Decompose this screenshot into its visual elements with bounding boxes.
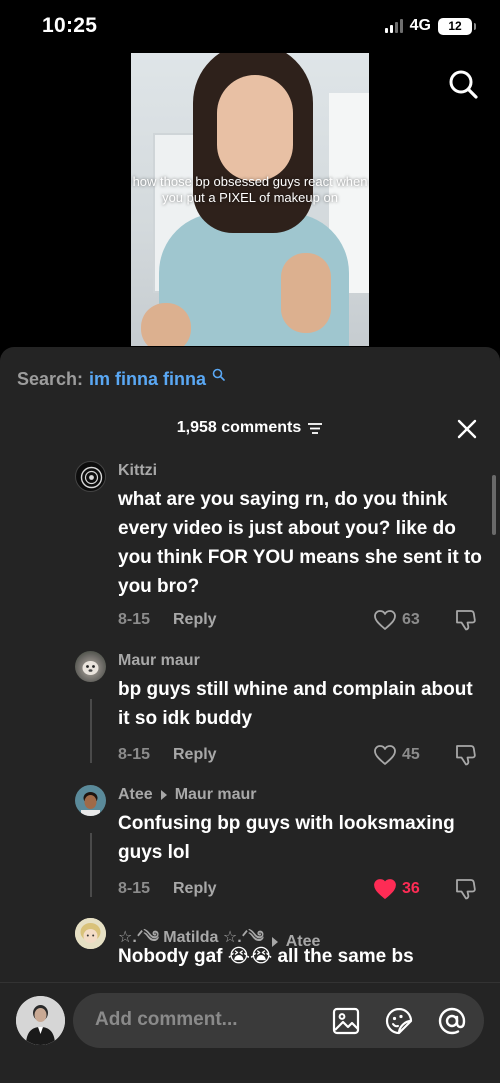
battery-level: 12 [448,19,462,33]
like-count: 63 [402,611,420,628]
username-label[interactable]: Kittzi [118,462,157,480]
video-person-hand-left [141,303,191,346]
comment-input[interactable]: Add comment... [73,993,484,1048]
status-bar: 10:25 4G 12 [0,0,500,52]
comment-username[interactable]: Atee Maur maur [118,786,256,804]
video-caption: how those bp obsessed guys react when yo… [132,174,368,205]
comment-username[interactable]: Kittzi [118,462,157,480]
avatar[interactable] [75,651,106,682]
filter-icon[interactable] [307,421,323,435]
like-button[interactable]: 36 [373,878,420,900]
heart-icon [374,745,396,765]
video-preview[interactable]: how those bp obsessed guys react when yo… [131,53,369,346]
emoji-sticker-icon[interactable] [384,1006,414,1036]
comment-text: Confusing bp guys with looksmaxing guys … [118,813,455,863]
comment-date: 8-15 [118,611,151,628]
search-suggestion-prefix: Search: [17,369,84,389]
avatar-pet-icon [82,661,99,675]
heart-icon [374,610,396,630]
avatar-character-icon [75,918,106,949]
like-button[interactable]: 63 [373,609,420,631]
comment-text: what are you saying rn, do you think eve… [118,489,482,597]
signal-icon [384,19,403,33]
username-label[interactable]: Atee [118,786,153,804]
status-time: 10:25 [42,14,98,37]
comment-date: 8-15 [118,746,151,763]
heart-icon [374,879,396,899]
comment-meta: 8-15 Reply 63 [118,609,483,633]
comment-text: Nobody gaf 😭😭 all the same bs [118,946,414,967]
dislike-icon[interactable] [454,609,476,631]
status-indicators: 4G 12 [384,17,476,35]
comments-count: 1,958 comments [176,419,302,436]
reply-button[interactable]: Reply [173,880,217,898]
battery-icon: 12 [438,17,476,35]
reply-button[interactable]: Reply [173,746,217,764]
thread-line [90,699,92,763]
avatar-person-icon [75,785,106,816]
video-person-face [217,75,293,181]
avatar[interactable] [75,785,106,816]
like-button[interactable]: 45 [373,744,420,766]
search-suggestion-term[interactable]: im finna finna [89,369,206,390]
avatar-swirl-icon [80,466,103,489]
network-type: 4G [409,17,431,34]
image-icon[interactable] [331,1006,361,1036]
comments-sheet: Search: im finna finna 1,958 comments Ki… [0,347,500,1083]
close-icon[interactable] [456,418,478,440]
comment-date: 8-15 [118,880,151,897]
search-suggestion[interactable]: Search: im finna finna [17,368,225,390]
thread-line [90,833,92,897]
scrollbar[interactable] [492,475,496,535]
avatar[interactable] [75,461,106,492]
comment-composer-bar: Add comment... [0,982,500,1083]
comment-text: bp guys still whine and complain about i… [118,679,473,729]
video-person-hand-right [281,253,331,333]
comment-meta: 8-15 Reply 36 [118,878,483,902]
search-icon [212,368,225,381]
like-count: 45 [402,746,420,763]
search-icon[interactable] [447,68,479,100]
dislike-icon[interactable] [454,744,476,766]
my-avatar[interactable] [16,996,65,1045]
avatar[interactable] [75,918,106,949]
reply-arrow-icon [160,790,167,800]
comment-input-placeholder: Add comment... [95,1009,238,1030]
reply-to-username[interactable]: Maur maur [175,786,257,804]
mention-icon[interactable] [437,1006,467,1036]
dislike-icon[interactable] [454,878,476,900]
avatar-person-icon [16,996,65,1045]
username-label[interactable]: Maur maur [118,652,200,670]
reply-button[interactable]: Reply [173,611,217,629]
comments-header: 1,958 comments [0,419,500,437]
like-count: 36 [402,880,420,897]
comment-meta: 8-15 Reply 45 [118,744,483,768]
comment-username[interactable]: Maur maur [118,652,200,670]
